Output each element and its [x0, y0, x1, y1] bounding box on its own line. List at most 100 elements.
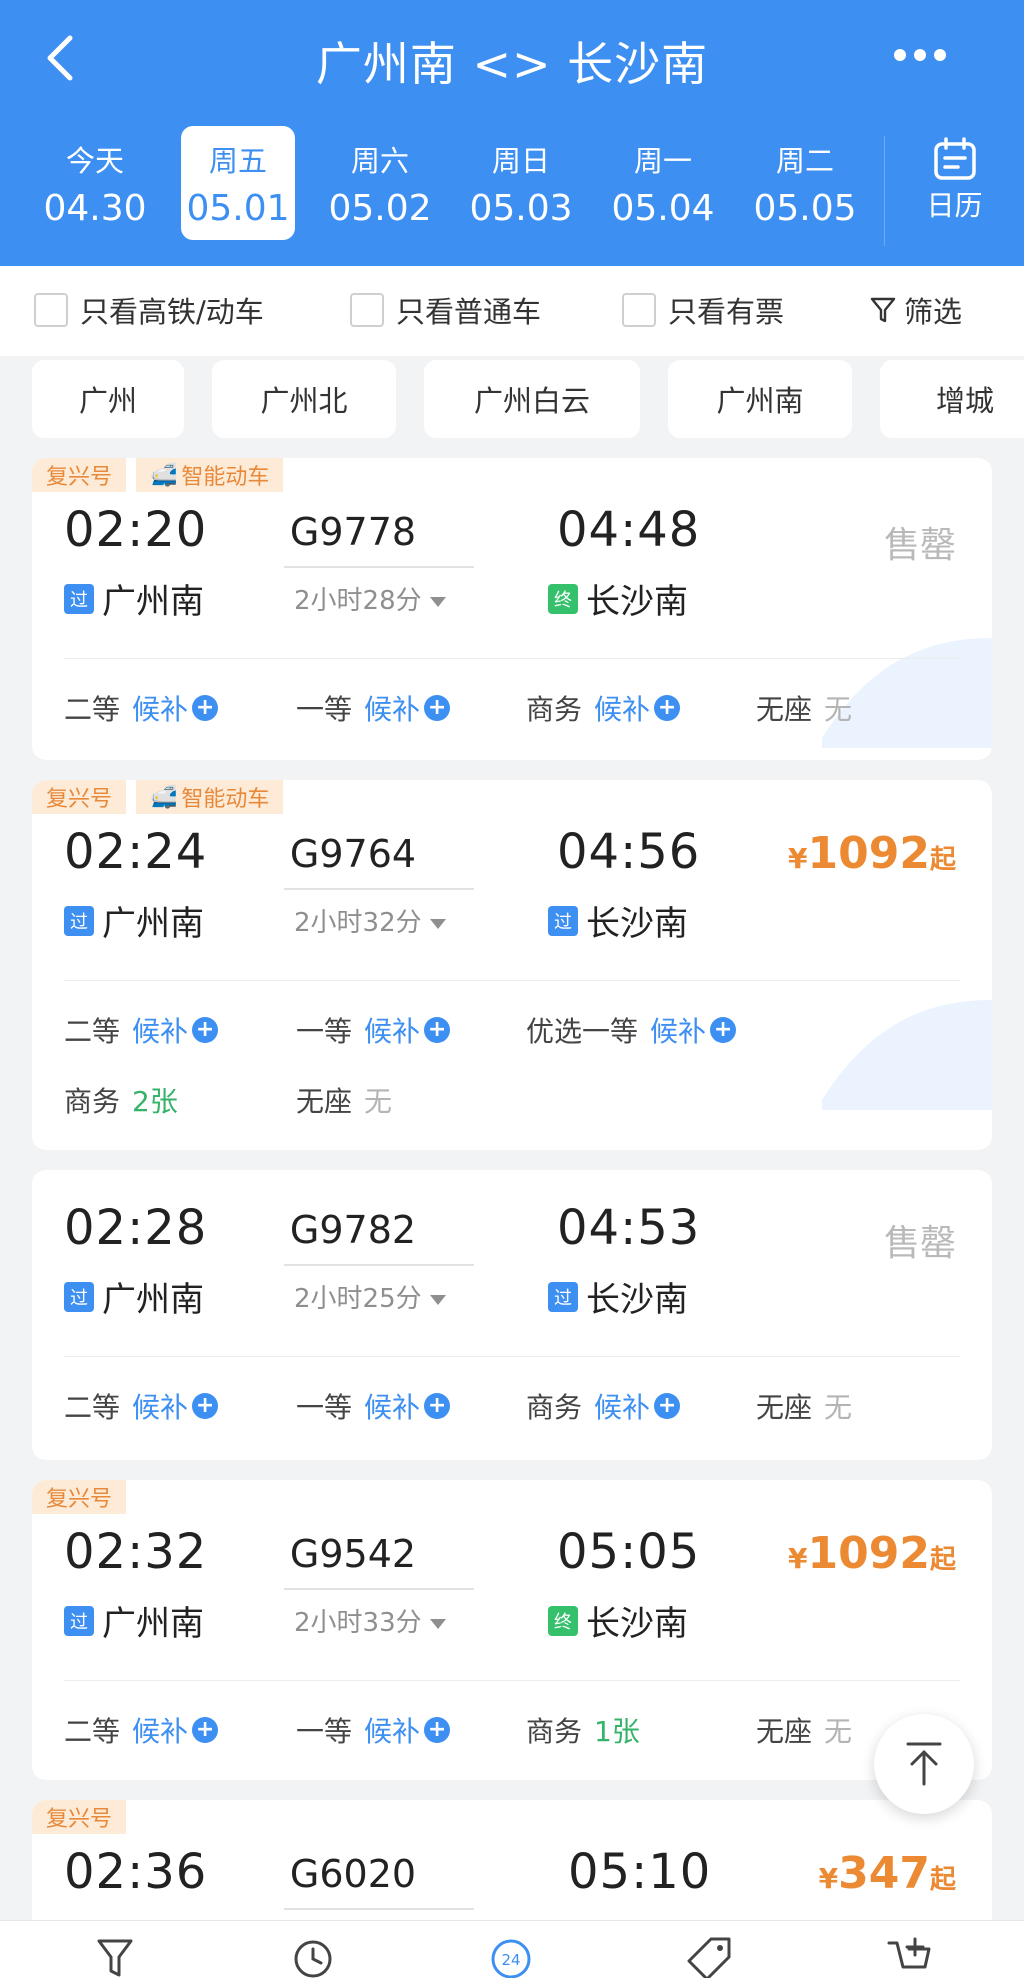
screen-button[interactable]: 筛选	[870, 290, 962, 330]
route-title: 广州南 <> 长沙南	[315, 37, 709, 91]
screen-label: 筛选	[903, 295, 962, 329]
cart-icon[interactable]	[884, 1935, 934, 1978]
fuxing-badge: 复兴号	[32, 458, 127, 492]
badge-row: 复兴号 🚅 智能动车	[32, 458, 293, 492]
available-only-checkbox[interactable]: 只看有票	[622, 290, 784, 330]
seat-second-class[interactable]: 二等 候补 +	[64, 1386, 219, 1426]
arrival-time: 04:56	[557, 824, 701, 880]
seat-waitlist[interactable]: 候补 +	[364, 1710, 451, 1750]
train-card[interactable]: 复兴号 🚅 智能动车 02:24 G9764 04:56 ¥1092起 过 广州南…	[32, 780, 992, 1150]
seat-waitlist[interactable]: 候补 +	[132, 688, 219, 728]
duration[interactable]: 2小时28分	[294, 580, 446, 617]
seat-no-seat[interactable]: 无座 无	[296, 1080, 392, 1120]
date-value: 05.01	[186, 188, 290, 229]
seat-business[interactable]: 商务 候补 +	[526, 1386, 681, 1426]
clock-icon[interactable]	[288, 1935, 338, 1978]
seat-second-class[interactable]: 二等 候补 +	[64, 1010, 219, 1050]
station-tab-1[interactable]: 广州北	[212, 360, 396, 438]
seat-name: 二等	[64, 1391, 121, 1424]
caret-down-icon	[429, 596, 446, 607]
pass-tag: 过	[64, 1281, 94, 1312]
train-card[interactable]: 02:28 G9782 04:53 售罄 过 广州南 2小时25分 过 长沙南 …	[32, 1170, 992, 1460]
station-name: 广州南	[102, 1604, 204, 1644]
seat-waitlist[interactable]: 候补 +	[594, 1386, 681, 1426]
date-tab-1[interactable]: 周五 05.01	[181, 126, 295, 240]
date-tab-2[interactable]: 周六 05.02	[323, 126, 437, 240]
scroll-to-top-button[interactable]	[874, 1714, 974, 1814]
station-tab-2[interactable]: 广州白云	[424, 360, 640, 438]
station-tab-4[interactable]: 增城	[880, 360, 1024, 438]
duration[interactable]: 2小时25分	[294, 1278, 446, 1315]
date-value: 05.05	[753, 188, 857, 229]
seat-first-class[interactable]: 一等 候补 +	[296, 1710, 451, 1750]
seat-name: 商务	[526, 1715, 583, 1748]
train-watermark-icon	[822, 638, 992, 748]
seat-business[interactable]: 商务 1张	[526, 1710, 640, 1750]
seat-name: 二等	[64, 693, 121, 726]
seat-second-class[interactable]: 二等 候补 +	[64, 688, 219, 728]
calendar-button[interactable]: 日历	[884, 136, 1024, 246]
seat-first-class[interactable]: 一等 候补 +	[296, 688, 451, 728]
seat-waitlist[interactable]: 候补 +	[364, 1386, 451, 1426]
seat-name: 一等	[296, 1391, 353, 1424]
seat-name: 无座	[756, 693, 813, 726]
seat-business[interactable]: 商务 2张	[64, 1080, 178, 1120]
plus-icon: +	[192, 695, 219, 721]
date-selector: 今天 04.30 周五 05.01 周六 05.02 周日 05.03 周一 0…	[0, 126, 1024, 246]
departure-time: 02:36	[64, 1844, 208, 1900]
train-card[interactable]: 复兴号 02:32 G9542 05:05 ¥1092起 过 广州南 2小时33…	[32, 1480, 992, 1780]
price-suffix: 起	[929, 1865, 956, 1895]
checkbox-label: 只看高铁/动车	[80, 295, 264, 329]
high-speed-only-checkbox[interactable]: 只看高铁/动车	[34, 290, 264, 330]
seat-value: 候补	[650, 1015, 707, 1048]
smart-emu-badge: 🚅 智能动车	[136, 458, 284, 492]
departure-station: 过 广州南	[64, 896, 204, 945]
seat-name: 商务	[64, 1085, 121, 1118]
train-card[interactable]: 复兴号 02:36 G6020 05:10 ¥347起	[32, 1800, 992, 1940]
badge-label: 智能动车	[181, 465, 270, 490]
badge-row: 复兴号	[32, 1480, 136, 1514]
date-tab-4[interactable]: 周一 05.04	[606, 126, 720, 240]
seat-second-class[interactable]: 二等 候补 +	[64, 1710, 219, 1750]
seat-no-seat[interactable]: 无座 无	[756, 688, 852, 728]
seat-waitlist[interactable]: 候补 +	[132, 1010, 219, 1050]
seat-first-class[interactable]: 一等 候补 +	[296, 1386, 451, 1426]
date-weekday: 今天	[65, 144, 124, 178]
seat-waitlist[interactable]: 候补 +	[650, 1010, 737, 1050]
normal-only-checkbox[interactable]: 只看普通车	[350, 290, 541, 330]
seat-premium-first-class[interactable]: 优选一等 候补 +	[526, 1010, 737, 1050]
arrival-time: 05:10	[568, 1844, 712, 1900]
filter-icon[interactable]	[90, 1935, 140, 1978]
train-card[interactable]: 复兴号 🚅 智能动车 02:20 G9778 04:48 售罄 过 广州南 2小时…	[32, 458, 992, 760]
checkbox-label: 只看有票	[668, 295, 785, 329]
seat-no-seat[interactable]: 无座 无	[756, 1710, 852, 1750]
duration[interactable]: 2小时33分	[294, 1602, 446, 1639]
station-tab-3[interactable]: 广州南	[668, 360, 852, 438]
departure-time: 02:24	[64, 824, 208, 880]
arrow-up-icon	[906, 1742, 942, 1786]
date-tab-5[interactable]: 周二 05.05	[748, 126, 862, 240]
more-icon[interactable]	[894, 48, 946, 62]
seat-name: 一等	[296, 693, 353, 726]
seat-waitlist[interactable]: 候补 +	[132, 1386, 219, 1426]
seat-waitlist[interactable]: 候补 +	[594, 688, 681, 728]
duration[interactable]: 2小时32分	[294, 902, 446, 939]
seat-waitlist[interactable]: 候补 +	[364, 1010, 451, 1050]
arrival-station: 终 长沙南	[548, 574, 688, 623]
seat-waitlist[interactable]: 候补 +	[132, 1710, 219, 1750]
seat-waitlist[interactable]: 候补 +	[364, 688, 451, 728]
24h-icon[interactable]: 24	[486, 1935, 536, 1978]
seat-no-seat[interactable]: 无座 无	[756, 1386, 852, 1426]
seat-value: 候补	[132, 1715, 189, 1748]
seat-name: 二等	[64, 1715, 121, 1748]
seat-business[interactable]: 商务 候补 +	[526, 688, 681, 728]
date-tab-3[interactable]: 周日 05.03	[464, 126, 578, 240]
train-line	[284, 888, 474, 890]
fuxing-badge: 复兴号	[32, 780, 127, 814]
tag-icon[interactable]	[684, 1935, 734, 1978]
date-tab-0[interactable]: 今天 04.30	[38, 126, 152, 240]
seat-first-class[interactable]: 一等 候补 +	[296, 1010, 451, 1050]
station-tab-0[interactable]: 广州	[32, 360, 184, 438]
date-weekday: 周五	[208, 144, 267, 178]
departure-station: 过 广州南	[64, 1272, 204, 1321]
